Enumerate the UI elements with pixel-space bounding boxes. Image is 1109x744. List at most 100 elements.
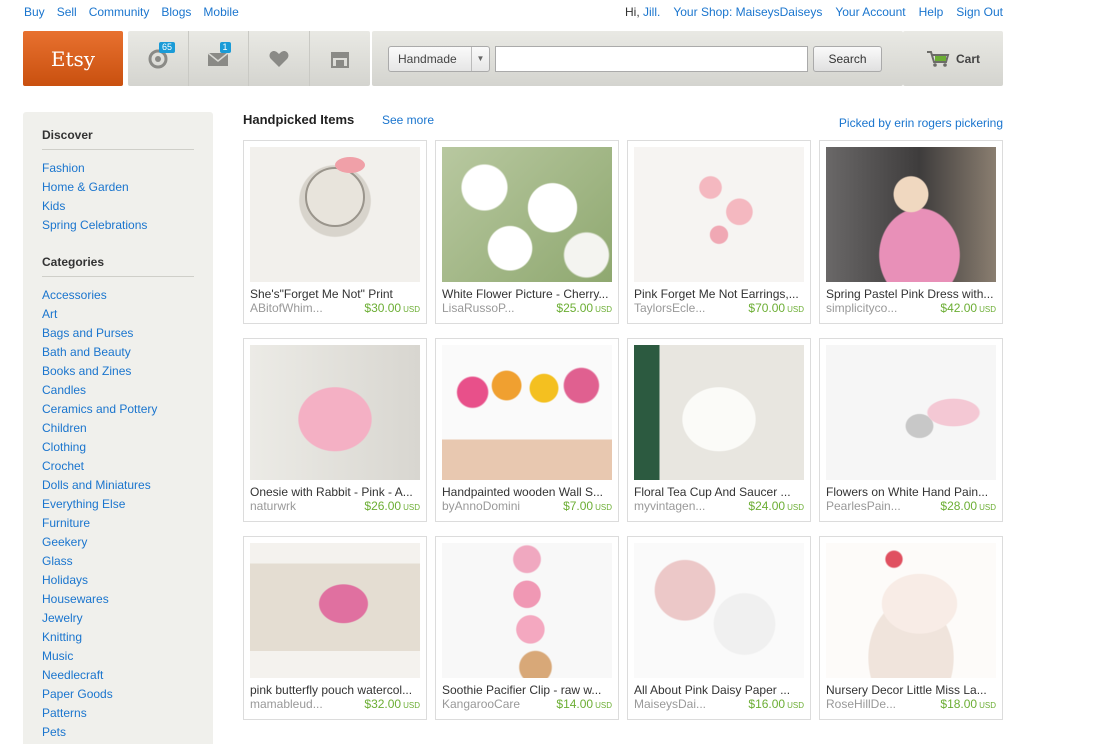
sign-out-link[interactable]: Sign Out <box>956 4 1003 20</box>
item-meta: LisaRussoP... $25.00 USD <box>442 301 612 317</box>
item-thumbnail[interactable] <box>442 147 612 282</box>
category-item[interactable]: Bags and Purses <box>42 324 194 343</box>
item-shop[interactable]: mamableud... <box>250 697 332 712</box>
curator-link[interactable]: Picked by erin rogers pickering <box>839 116 1003 130</box>
user-name-link[interactable]: Jill. <box>643 5 660 19</box>
item-title[interactable]: Flowers on White Hand Pain... <box>826 485 996 499</box>
help-link[interactable]: Help <box>919 4 944 20</box>
category-item[interactable]: Music <box>42 647 194 666</box>
item-price: $16.00 USD <box>748 697 804 713</box>
discover-item-home-garden[interactable]: Home & Garden <box>42 178 194 197</box>
item-title[interactable]: White Flower Picture - Cherry... <box>442 287 612 301</box>
search-bar: Handmade ▼ Search <box>372 31 903 86</box>
category-item[interactable]: Candles <box>42 381 194 400</box>
your-account-link[interactable]: Your Account <box>835 4 905 20</box>
item-thumbnail[interactable] <box>634 147 804 282</box>
item-card[interactable]: Flowers on White Hand Pain... PearlesPai… <box>819 338 1003 522</box>
item-card[interactable]: Nursery Decor Little Miss La... RoseHill… <box>819 536 1003 720</box>
item-shop[interactable]: byAnnoDomini <box>442 499 524 514</box>
item-thumbnail[interactable] <box>250 543 420 678</box>
item-card[interactable]: All About Pink Daisy Paper ... MaiseysDa… <box>627 536 811 720</box>
search-button[interactable]: Search <box>813 46 882 72</box>
item-shop[interactable]: MaiseysDai... <box>634 697 716 712</box>
category-item[interactable]: Patterns <box>42 704 194 723</box>
category-item[interactable]: Everything Else <box>42 495 194 514</box>
category-item[interactable]: Jewelry <box>42 609 194 628</box>
item-shop[interactable]: myvintagen... <box>634 499 716 514</box>
search-input[interactable] <box>495 46 808 72</box>
item-card[interactable]: She's"Forget Me Not" Print ABitofWhim...… <box>243 140 427 324</box>
item-thumbnail[interactable] <box>250 345 420 480</box>
item-card[interactable]: White Flower Picture - Cherry... LisaRus… <box>435 140 619 324</box>
category-item[interactable]: Glass <box>42 552 194 571</box>
item-title[interactable]: Nursery Decor Little Miss La... <box>826 683 996 697</box>
item-title[interactable]: Onesie with Rabbit - Pink - A... <box>250 485 420 499</box>
shop-button[interactable] <box>310 31 371 86</box>
item-shop[interactable]: naturwrk <box>250 499 332 514</box>
nav-community-link[interactable]: Community <box>89 4 150 20</box>
nav-buy-link[interactable]: Buy <box>24 4 45 20</box>
category-item[interactable]: Accessories <box>42 286 194 305</box>
item-card[interactable]: Floral Tea Cup And Saucer ... myvintagen… <box>627 338 811 522</box>
item-shop[interactable]: KangarooCare <box>442 697 524 712</box>
category-item[interactable]: Knitting <box>42 628 194 647</box>
item-card[interactable]: Handpainted wooden Wall S... byAnnoDomin… <box>435 338 619 522</box>
category-item[interactable]: Paper Goods <box>42 685 194 704</box>
nav-mobile-link[interactable]: Mobile <box>203 4 238 20</box>
favorites-button[interactable] <box>249 31 310 86</box>
item-thumbnail[interactable] <box>826 345 996 480</box>
discover-item-spring-celebrations[interactable]: Spring Celebrations <box>42 216 194 235</box>
category-item[interactable]: Needlecraft <box>42 666 194 685</box>
category-item[interactable]: Bath and Beauty <box>42 343 194 362</box>
category-item[interactable]: Geekery <box>42 533 194 552</box>
item-thumbnail[interactable] <box>250 147 420 282</box>
messages-button[interactable]: 1 <box>189 31 249 86</box>
item-card[interactable]: Onesie with Rabbit - Pink - A... naturwr… <box>243 338 427 522</box>
etsy-logo[interactable]: Etsy <box>23 31 123 86</box>
item-title[interactable]: Pink Forget Me Not Earrings,... <box>634 287 804 301</box>
item-thumbnail[interactable] <box>442 345 612 480</box>
nav-blogs-link[interactable]: Blogs <box>161 4 191 20</box>
item-title[interactable]: All About Pink Daisy Paper ... <box>634 683 804 697</box>
your-shop-link[interactable]: Your Shop: MaiseysDaiseys <box>673 4 822 20</box>
item-thumbnail[interactable] <box>826 543 996 678</box>
discover-item-fashion[interactable]: Fashion <box>42 159 194 178</box>
category-item[interactable]: Crochet <box>42 457 194 476</box>
search-category-select[interactable]: Handmade ▼ <box>388 46 490 72</box>
item-title[interactable]: Spring Pastel Pink Dress with... <box>826 287 996 301</box>
item-thumbnail[interactable] <box>634 345 804 480</box>
item-card[interactable]: Pink Forget Me Not Earrings,... TaylorsE… <box>627 140 811 324</box>
item-shop[interactable]: PearlesPain... <box>826 499 908 514</box>
item-thumbnail[interactable] <box>442 543 612 678</box>
item-title[interactable]: She's"Forget Me Not" Print <box>250 287 420 301</box>
activity-button[interactable]: 65 <box>128 31 189 86</box>
item-shop[interactable]: ABitofWhim... <box>250 301 332 316</box>
category-item[interactable]: Pets <box>42 723 194 742</box>
category-item[interactable]: Art <box>42 305 194 324</box>
category-item[interactable]: Clothing <box>42 438 194 457</box>
item-title[interactable]: Floral Tea Cup And Saucer ... <box>634 485 804 499</box>
item-title[interactable]: pink butterfly pouch watercol... <box>250 683 420 697</box>
category-item[interactable]: Furniture <box>42 514 194 533</box>
item-title[interactable]: Handpainted wooden Wall S... <box>442 485 612 499</box>
item-shop[interactable]: LisaRussoP... <box>442 301 524 316</box>
item-shop[interactable]: simplicityco... <box>826 301 908 316</box>
category-item[interactable]: Ceramics and Pottery <box>42 400 194 419</box>
item-card[interactable]: pink butterfly pouch watercol... mamable… <box>243 536 427 720</box>
item-card[interactable]: Soothie Pacifier Clip - raw w... Kangaro… <box>435 536 619 720</box>
category-item[interactable]: Dolls and Miniatures <box>42 476 194 495</box>
item-thumbnail[interactable] <box>826 147 996 282</box>
see-more-link[interactable]: See more <box>382 113 434 127</box>
cart-button[interactable]: Cart <box>903 31 1003 86</box>
item-shop[interactable]: RoseHillDe... <box>826 697 908 712</box>
item-shop[interactable]: TaylorsEcle... <box>634 301 716 316</box>
item-title[interactable]: Soothie Pacifier Clip - raw w... <box>442 683 612 697</box>
category-item[interactable]: Holidays <box>42 571 194 590</box>
item-thumbnail[interactable] <box>634 543 804 678</box>
discover-item-kids[interactable]: Kids <box>42 197 194 216</box>
category-item[interactable]: Books and Zines <box>42 362 194 381</box>
category-item[interactable]: Children <box>42 419 194 438</box>
category-item[interactable]: Housewares <box>42 590 194 609</box>
nav-sell-link[interactable]: Sell <box>57 4 77 20</box>
item-card[interactable]: Spring Pastel Pink Dress with... simplic… <box>819 140 1003 324</box>
